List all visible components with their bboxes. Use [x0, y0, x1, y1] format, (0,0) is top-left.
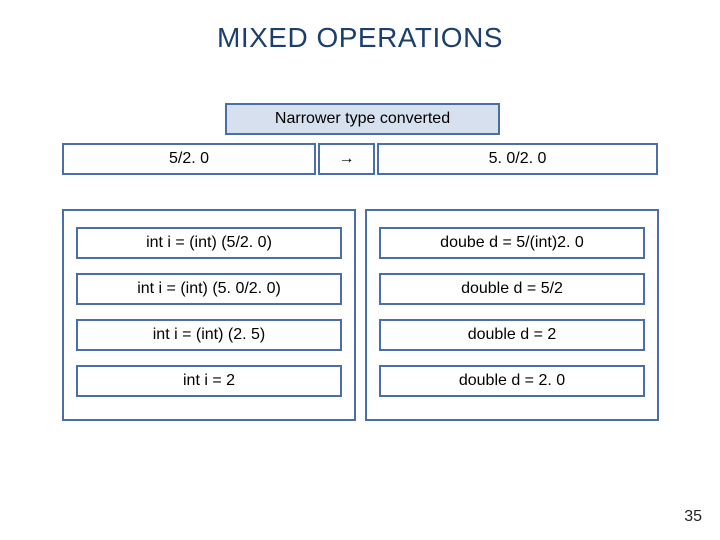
left-col-row: int i = 2: [76, 365, 342, 397]
right-col-row: doube d = 5/(int)2. 0: [379, 227, 645, 259]
narrower-type-box: Narrower type converted: [225, 103, 500, 135]
left-col-row: int i = (int) (5. 0/2. 0): [76, 273, 342, 305]
right-column: doube d = 5/(int)2. 0 double d = 5/2 dou…: [365, 209, 659, 421]
left-col-row: int i = (int) (5/2. 0): [76, 227, 342, 259]
left-column: int i = (int) (5/2. 0) int i = (int) (5.…: [62, 209, 356, 421]
right-col-row: double d = 5/2: [379, 273, 645, 305]
right-col-row: double d = 2: [379, 319, 645, 351]
conversion-source-box: 5/2. 0: [62, 143, 316, 175]
slide-title: MIXED OPERATIONS: [0, 22, 720, 54]
arrow-icon: →: [318, 143, 375, 175]
slide: MIXED OPERATIONS Narrower type converted…: [0, 0, 720, 540]
right-col-row: double d = 2. 0: [379, 365, 645, 397]
conversion-result-box: 5. 0/2. 0: [377, 143, 658, 175]
page-number: 35: [684, 508, 702, 526]
left-col-row: int i = (int) (2. 5): [76, 319, 342, 351]
